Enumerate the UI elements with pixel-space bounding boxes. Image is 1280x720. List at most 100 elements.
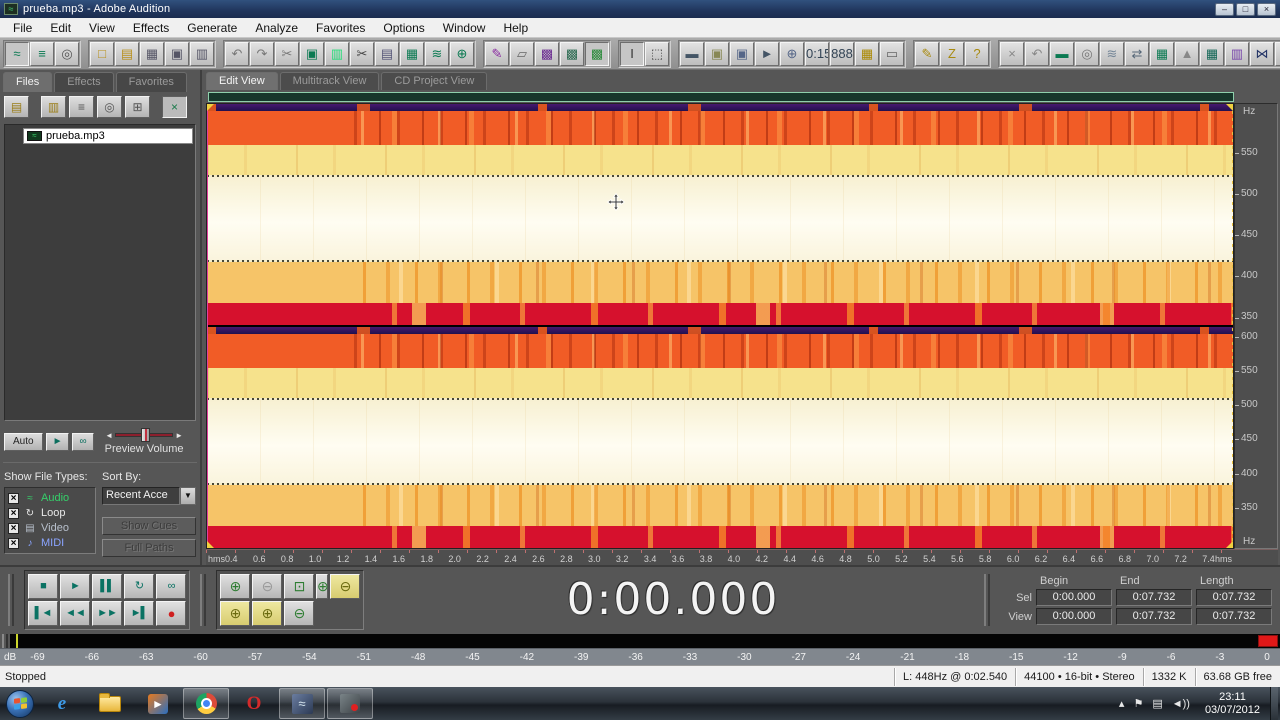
show-desktop-button[interactable] <box>1270 687 1278 720</box>
noise-reduction-button[interactable]: ▦ <box>1200 41 1224 66</box>
menu-item[interactable]: Generate <box>178 19 246 37</box>
phase-spectral-button[interactable]: ▩ <box>585 41 609 66</box>
action-center-icon[interactable]: ⚑ <box>1133 697 1143 710</box>
show-placekeeper-button[interactable]: ▦ <box>855 41 879 66</box>
delete-silence-button[interactable]: × <box>1000 41 1024 66</box>
view-end-field[interactable]: 0:07.732 <box>1116 608 1192 625</box>
slider-right-arrow[interactable]: ► <box>175 431 183 440</box>
save-button[interactable]: ▦ <box>140 41 164 66</box>
vertical-zoom-out-button[interactable]: ⊖ <box>284 601 314 626</box>
pause-button[interactable]: ▌▌ <box>92 574 122 599</box>
tab-multitrack-view[interactable]: Multitrack View <box>279 72 380 90</box>
taskbar-item-audition[interactable]: ≈ <box>279 688 325 719</box>
redo-button[interactable]: ↷ <box>250 41 274 66</box>
full-paths-button[interactable]: Full Paths <box>102 539 196 557</box>
file-type-checkbox[interactable]: × <box>8 507 19 519</box>
clip-indicator[interactable] <box>1258 635 1278 647</box>
tab-effects[interactable]: Effects <box>54 72 114 92</box>
save-as-button[interactable]: ▣ <box>165 41 189 66</box>
show-zoom-window-button[interactable]: ⊕ <box>780 41 804 66</box>
normalize-button[interactable]: ▬ <box>1050 41 1074 66</box>
show-time-window-button[interactable]: ► <box>755 41 779 66</box>
volume-icon[interactable]: ◄)) <box>1172 698 1190 710</box>
prueba.mp3[interactable]: ≈ prueba.mp3 <box>23 128 193 144</box>
shuffle-button[interactable]: ⇄ <box>1275 41 1280 66</box>
view-begin-field[interactable]: 0:00.000 <box>1036 608 1112 625</box>
zoom-in-button[interactable]: ⊕ <box>220 574 250 599</box>
show-sel-view-button[interactable]: 0:15 <box>805 41 829 66</box>
paste-to-new-button[interactable]: ▦ <box>400 41 424 66</box>
eq-button[interactable]: ▥ <box>1225 41 1249 66</box>
zoom-left-edge-button[interactable]: ⊕ <box>220 601 250 626</box>
clock-restore-button[interactable]: Z <box>940 41 964 66</box>
timeline-ruler[interactable]: hms 0.4 0.6 0.8 1.0 1.2 1.4 1.6 1.8 2.0 2.2 2.4 2.6… <box>206 549 1278 565</box>
open-file-button[interactable]: ▤ <box>115 41 139 66</box>
time-selection-tool-button[interactable]: I <box>620 41 644 66</box>
file-type-checkbox[interactable]: × <box>8 537 19 549</box>
slider-thumb[interactable] <box>141 428 151 442</box>
menu-item[interactable]: Analyze <box>246 19 307 37</box>
taskbar-item-explorer[interactable] <box>87 688 133 719</box>
network-icon[interactable]: ▤ <box>1152 697 1162 710</box>
show-zoom-button[interactable]: ▣ <box>730 41 754 66</box>
selection-handle-icon[interactable] <box>1226 541 1233 548</box>
cut-button[interactable]: ✂ <box>350 41 374 66</box>
show-organizer-button[interactable]: ▬ <box>680 41 704 66</box>
menu-item[interactable]: Options <box>374 19 433 37</box>
copy-button[interactable]: ▥ <box>325 41 349 66</box>
spectral-display[interactable] <box>206 103 1234 549</box>
zoom-to-selection-button[interactable]: ⊡ <box>284 574 314 599</box>
selection-handle-icon[interactable] <box>1226 104 1233 111</box>
spectrogram-left-channel[interactable] <box>207 104 1233 325</box>
undo-button[interactable]: ↶ <box>225 41 249 66</box>
insert-multitrack-button[interactable]: ≡ <box>69 96 94 118</box>
rewind-button[interactable]: ◄◄ <box>60 601 90 626</box>
preview-play-button[interactable]: ► <box>45 432 70 451</box>
spectrogram-right-channel[interactable] <box>207 327 1233 548</box>
cd-project-view-button[interactable]: ◎ <box>55 41 79 66</box>
file-type-checkbox[interactable]: × <box>8 522 19 534</box>
open-file-button[interactable]: ▥ <box>41 96 66 118</box>
taskbar-clock[interactable]: 23:11 03/07/2012 <box>1199 691 1266 717</box>
stop-button[interactable]: ■ <box>28 574 58 599</box>
menu-item[interactable]: View <box>80 19 124 37</box>
spectral-view-button[interactable]: ▩ <box>535 41 559 66</box>
envelope-button[interactable]: ▦ <box>1150 41 1174 66</box>
tab-favorites[interactable]: Favorites <box>115 72 187 92</box>
frequency-ruler[interactable]: Hz 550 500 450 400 350 600 550 500 450 400 350 Hz <box>1234 103 1278 549</box>
taskbar-item-opera[interactable]: O <box>231 688 277 719</box>
menu-item[interactable]: Favorites <box>307 19 374 37</box>
insert-session-button[interactable]: ⊞ <box>125 96 150 118</box>
mix-paste-button[interactable]: ≋ <box>425 41 449 66</box>
crossfade-button[interactable]: ⇄ <box>1125 41 1149 66</box>
show-level-meters-button[interactable]: 888 <box>830 41 854 66</box>
menu-item[interactable]: Help <box>494 19 537 37</box>
horizontal-scroll-navigator[interactable] <box>208 92 1234 102</box>
menu-item[interactable]: File <box>4 19 41 37</box>
dropdown-arrow-icon[interactable]: ▼ <box>180 487 196 505</box>
crop-button[interactable]: ▣ <box>300 41 324 66</box>
play-button[interactable]: ► <box>60 574 90 599</box>
sel-length-field[interactable]: 0:07.732 <box>1196 589 1272 606</box>
marquee-tool-button[interactable]: ▱ <box>510 41 534 66</box>
bowtie-button[interactable]: ⋈ <box>1250 41 1274 66</box>
meter-grip[interactable] <box>2 634 8 648</box>
new-file-button[interactable]: □ <box>90 41 114 66</box>
show-transport-button[interactable]: ▣ <box>705 41 729 66</box>
menu-item[interactable]: Window <box>434 19 495 37</box>
slider-left-arrow[interactable]: ◄ <box>105 431 113 440</box>
menu-item[interactable]: Effects <box>124 19 178 37</box>
maximize-button[interactable]: □ <box>1236 2 1255 16</box>
go-to-end-button[interactable]: ►▌ <box>124 601 154 626</box>
help-button[interactable]: ? <box>965 41 989 66</box>
file-list[interactable]: ≈ prueba.mp3 <box>4 124 196 421</box>
taskbar-item-chrome[interactable] <box>183 688 229 719</box>
trim-button[interactable]: ✂ <box>275 41 299 66</box>
time-display[interactable]: 0:00.000 <box>372 571 974 629</box>
close-file-button[interactable]: × <box>162 96 187 118</box>
panel-grip[interactable] <box>984 574 990 626</box>
panel-grip[interactable] <box>8 574 14 626</box>
panel-grip[interactable] <box>200 574 206 626</box>
tab-edit-view[interactable]: Edit View <box>206 72 278 90</box>
meter-bar[interactable] <box>10 634 1280 648</box>
